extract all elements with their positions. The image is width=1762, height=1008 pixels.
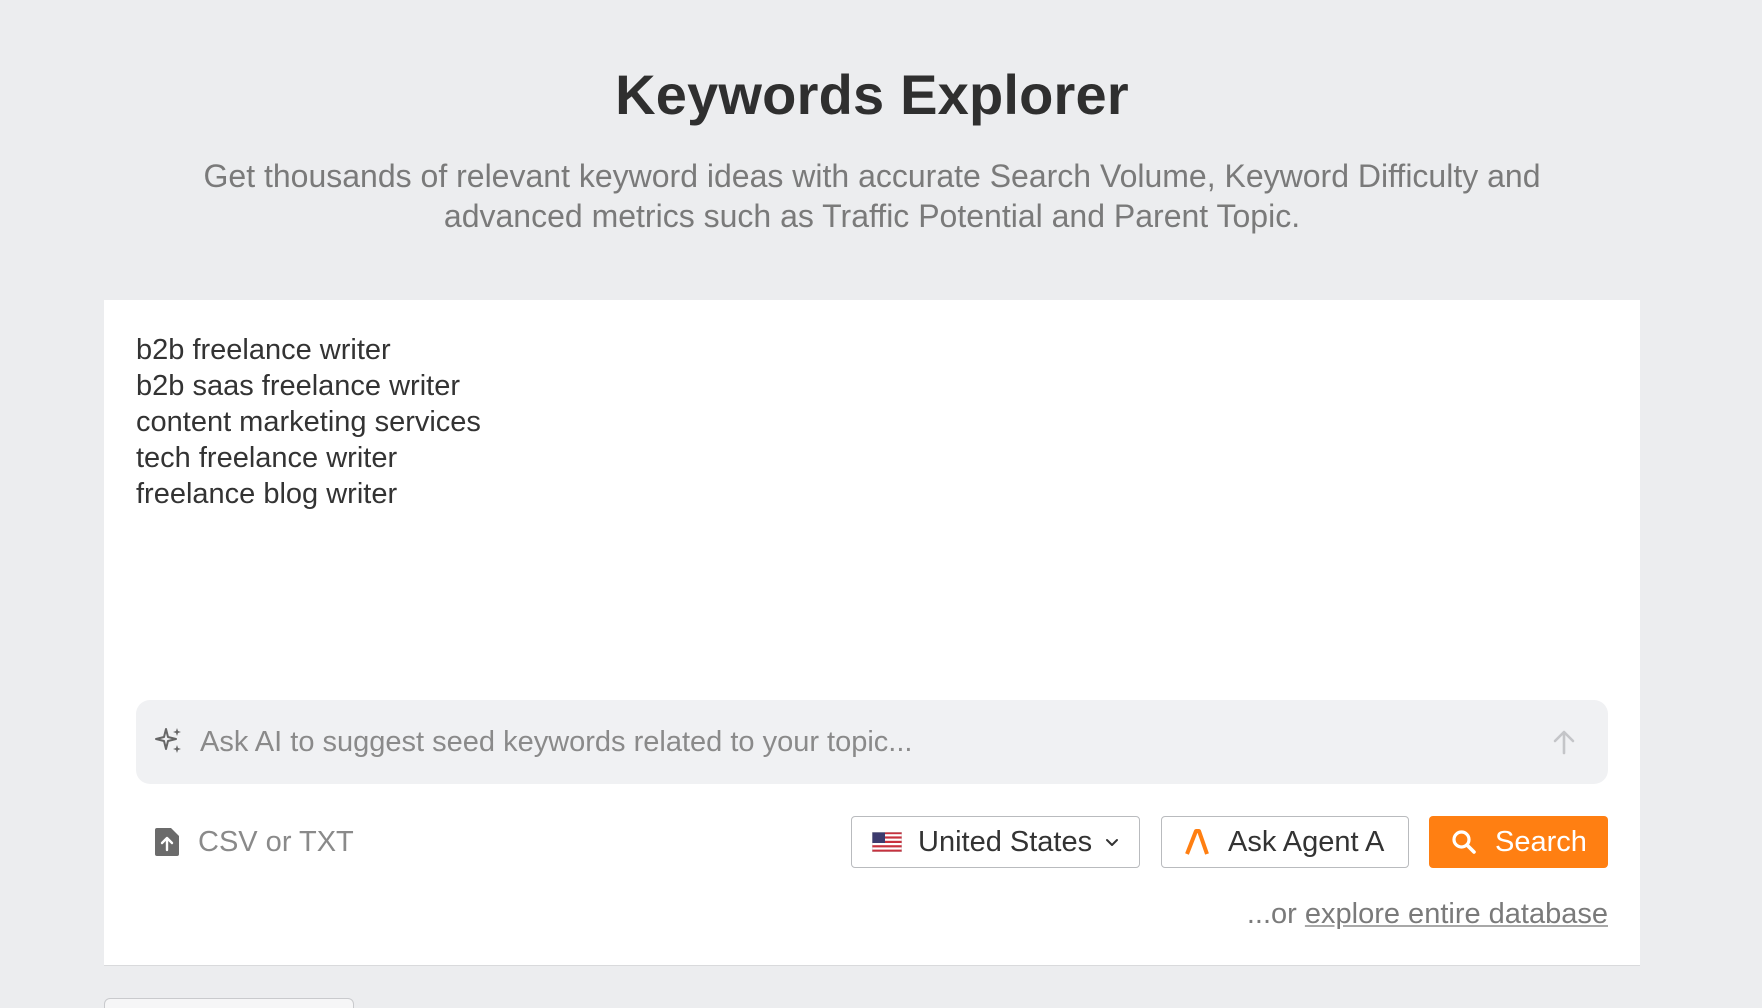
upload-file-button[interactable]: CSV or TXT: [154, 812, 354, 872]
ask-agent-button[interactable]: Ask Agent A: [1161, 816, 1409, 868]
explore-prefix: ...or: [1246, 898, 1305, 930]
explore-database-note: ...or explore entire database: [1247, 898, 1608, 931]
country-select[interactable]: United States: [851, 816, 1140, 868]
ai-suggest-input[interactable]: [200, 700, 1520, 784]
search-button[interactable]: Search: [1429, 816, 1608, 868]
ask-agent-label: Ask Agent A: [1228, 825, 1385, 858]
explore-database-link[interactable]: explore entire database: [1305, 898, 1608, 930]
subtitle-line-1: Get thousands of relevant keyword ideas …: [203, 158, 1541, 194]
sparkle-icon: [155, 728, 181, 753]
arrow-up-icon: [1553, 730, 1575, 755]
upload-label: CSV or TXT: [198, 825, 354, 858]
file-upload-icon: [155, 828, 179, 856]
page-title: Keywords Explorer: [615, 63, 1129, 126]
search-label: Search: [1495, 825, 1587, 858]
search-panel: CSV or TXT United States Ask Agent: [104, 300, 1640, 966]
country-label: United States: [918, 825, 1093, 858]
agent-a-logo-icon: [1185, 829, 1209, 855]
ai-suggest-bar: [136, 700, 1608, 784]
keywords-explorer-page: Keywords Explorer Get thousands of relev…: [0, 0, 1762, 1008]
us-flag-icon: [872, 832, 902, 852]
subtitle-line-2: advanced metrics such as Traffic Potenti…: [443, 198, 1301, 234]
collapsed-tab[interactable]: [104, 998, 354, 1008]
page-subtitle: Get thousands of relevant keyword ideas …: [150, 156, 1594, 236]
ai-submit-button[interactable]: [1548, 726, 1580, 758]
keywords-textarea[interactable]: [136, 332, 1536, 662]
chevron-down-icon: [1106, 839, 1119, 846]
search-icon: [1452, 830, 1476, 854]
